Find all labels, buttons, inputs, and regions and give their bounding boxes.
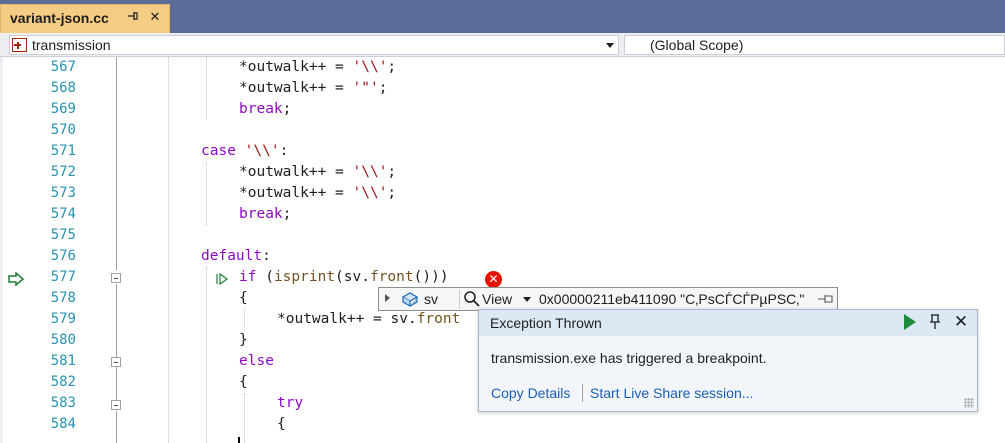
line-number: 571 bbox=[50, 143, 76, 159]
tab-title: variant-json.cc bbox=[10, 10, 109, 26]
code-line-583: try bbox=[277, 395, 304, 411]
indent-guide bbox=[244, 393, 245, 443]
line-number: 584 bbox=[50, 416, 76, 432]
line-number: 575 bbox=[50, 227, 76, 243]
code-line-569: break; bbox=[239, 101, 292, 117]
outline-line bbox=[116, 57, 117, 270]
chevron-down-icon bbox=[606, 43, 614, 48]
line-number: 583 bbox=[50, 395, 76, 411]
line-number: 573 bbox=[50, 185, 76, 201]
project-scope-dropdown[interactable]: transmission bbox=[9, 35, 619, 55]
indent-guide bbox=[206, 57, 207, 120]
datatip-variable-name: sv bbox=[424, 291, 438, 307]
exception-helper-popup: Exception Thrown ✕ transmission.exe has … bbox=[478, 309, 978, 412]
code-line-577: if (isprint(sv.front())) bbox=[239, 269, 449, 285]
indent-guide bbox=[244, 309, 245, 330]
datatip-separator bbox=[459, 290, 460, 309]
exception-title: Exception Thrown bbox=[490, 315, 602, 331]
code-line-572: *outwalk++ = '\\'; bbox=[239, 164, 397, 180]
line-number: 567 bbox=[50, 59, 76, 75]
resize-grip-icon[interactable] bbox=[964, 398, 974, 408]
line-number: 572 bbox=[50, 164, 76, 180]
line-number: 582 bbox=[50, 374, 76, 390]
visualizer-view-button[interactable]: View bbox=[482, 291, 512, 307]
document-tab-strip: variant-json.cc ✕ bbox=[0, 0, 1005, 33]
code-line-582: { bbox=[239, 374, 248, 390]
line-number: 580 bbox=[50, 332, 76, 348]
close-icon[interactable]: ✕ bbox=[147, 9, 163, 27]
line-number: 577 bbox=[50, 269, 76, 285]
line-number: 568 bbox=[50, 80, 76, 96]
line-number: 581 bbox=[50, 353, 76, 369]
copy-details-link[interactable]: Copy Details bbox=[491, 385, 570, 401]
exception-header: Exception Thrown ✕ bbox=[479, 310, 977, 336]
current-statement-arrow-icon[interactable] bbox=[8, 272, 24, 286]
code-line-574: break; bbox=[239, 206, 292, 222]
continue-icon[interactable] bbox=[904, 314, 916, 330]
code-line-584: { bbox=[277, 416, 286, 432]
code-line-571: case '\\': bbox=[201, 143, 289, 159]
code-line-581: else bbox=[239, 353, 274, 369]
outline-line bbox=[116, 411, 117, 443]
chevron-down-icon[interactable] bbox=[523, 297, 531, 302]
project-icon bbox=[12, 38, 27, 52]
collapse-toggle[interactable] bbox=[111, 357, 121, 367]
glyph-margin[interactable] bbox=[3, 57, 25, 443]
datatip[interactable]: sv View 0x00000211eb411090 "С‚РѕСЃСЃРµРЅ… bbox=[378, 287, 838, 311]
code-line-573: *outwalk++ = '\\'; bbox=[239, 185, 397, 201]
project-scope-value: transmission bbox=[32, 37, 111, 53]
collapse-toggle[interactable] bbox=[111, 273, 121, 283]
indent-guide bbox=[206, 267, 207, 443]
code-line-579: *outwalk++ = sv.front bbox=[277, 311, 461, 327]
error-icon[interactable]: ✕ bbox=[485, 271, 502, 288]
search-icon bbox=[464, 291, 480, 307]
code-line-580: } bbox=[239, 332, 248, 348]
code-line-578: { bbox=[239, 290, 248, 306]
pin-icon[interactable] bbox=[927, 313, 943, 331]
code-line-568: *outwalk++ = '"'; bbox=[239, 80, 388, 96]
member-scope-value: (Global Scope) bbox=[650, 37, 744, 53]
live-share-link[interactable]: Start Live Share session... bbox=[590, 385, 753, 401]
tab-variant-json[interactable]: variant-json.cc ✕ bbox=[0, 4, 170, 33]
outline-line bbox=[116, 368, 117, 400]
line-number: 574 bbox=[50, 206, 76, 222]
variable-icon bbox=[401, 292, 419, 307]
member-scope-dropdown[interactable]: (Global Scope) bbox=[624, 35, 1005, 55]
indent-guide bbox=[206, 162, 207, 225]
run-to-click-icon[interactable] bbox=[216, 272, 230, 288]
line-number: 569 bbox=[50, 101, 76, 117]
pin-icon[interactable] bbox=[125, 9, 141, 27]
expand-arrow-icon[interactable] bbox=[385, 294, 390, 302]
navigation-bar: transmission (Global Scope) bbox=[0, 33, 1005, 57]
close-icon[interactable]: ✕ bbox=[952, 312, 970, 332]
line-number: 578 bbox=[50, 290, 76, 306]
code-line-567: *outwalk++ = '\\'; bbox=[239, 59, 397, 75]
line-number: 576 bbox=[50, 248, 76, 264]
line-number: 570 bbox=[50, 122, 76, 138]
collapse-toggle[interactable] bbox=[111, 400, 121, 410]
datatip-value[interactable]: 0x00000211eb411090 "С‚РѕСЃСЃРµРЅС‚" bbox=[539, 291, 804, 307]
indent-guide bbox=[168, 57, 169, 443]
pin-icon[interactable] bbox=[817, 291, 835, 307]
line-number: 579 bbox=[50, 311, 76, 327]
link-divider bbox=[582, 384, 583, 402]
code-line-576: default: bbox=[201, 248, 271, 264]
exception-message: transmission.exe has triggered a breakpo… bbox=[491, 350, 767, 366]
text-caret bbox=[238, 437, 240, 443]
